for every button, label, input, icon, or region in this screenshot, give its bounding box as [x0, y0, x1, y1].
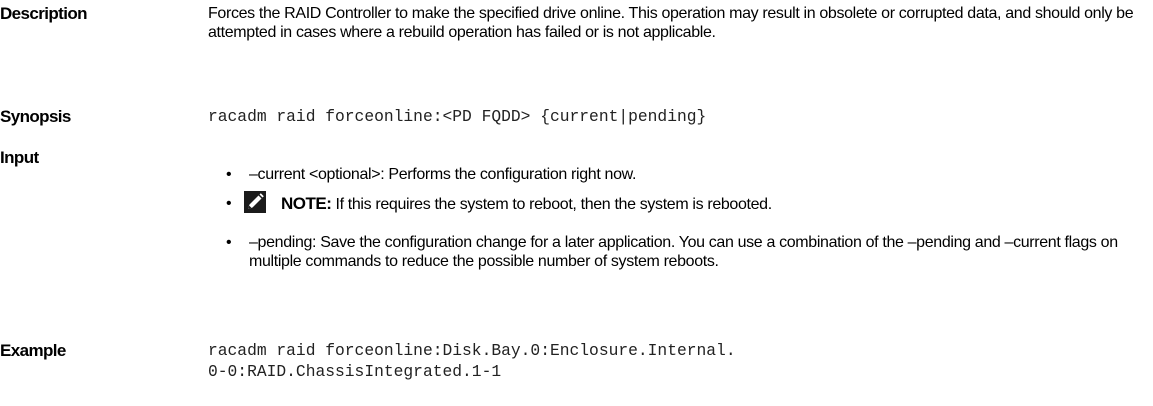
input-section: Input • –current <optional>: Performs th… — [0, 148, 1153, 318]
note-text: If this requires the system to reboot, t… — [331, 196, 772, 213]
synopsis-code: racadm raid forceonline:<PD FQDD> {curre… — [208, 107, 707, 126]
example-label: Example — [0, 341, 66, 360]
note-label: NOTE: — [281, 194, 332, 213]
input-item-note: • NOTE: If this requires the system to r… — [208, 194, 1148, 220]
note-pencil-icon — [244, 191, 266, 213]
bullet-icon: • — [226, 195, 232, 212]
example-section: Example racadm raid forceonline:Disk.Bay… — [0, 341, 1153, 401]
input-item-pending-text: –pending: Save the configuration change … — [249, 234, 1118, 270]
example-code-line2: 0-0:RAID.ChassisIntegrated.1-1 — [208, 362, 502, 381]
bullet-icon: • — [226, 166, 232, 183]
description-label: Description — [0, 4, 88, 23]
input-item-current: • –current <optional>: Performs the conf… — [208, 165, 1148, 185]
synopsis-label: Synopsis — [0, 107, 71, 126]
description-section: Description Forces the RAID Controller t… — [0, 4, 1153, 66]
description-text: Forces the RAID Controller to make the s… — [208, 5, 1134, 41]
note-content: NOTE: If this requires the system to reb… — [281, 194, 1153, 214]
bullet-icon: • — [226, 234, 232, 251]
example-code-line1: racadm raid forceonline:Disk.Bay.0:Enclo… — [208, 341, 736, 360]
input-item-pending: • –pending: Save the configuration chang… — [208, 233, 1148, 293]
input-label: Input — [0, 148, 39, 167]
note-pencil-icon-svg — [244, 191, 266, 213]
synopsis-section: Synopsis racadm raid forceonline:<PD FQD… — [0, 107, 1153, 131]
input-item-current-text: –current <optional>: Performs the config… — [249, 166, 637, 183]
